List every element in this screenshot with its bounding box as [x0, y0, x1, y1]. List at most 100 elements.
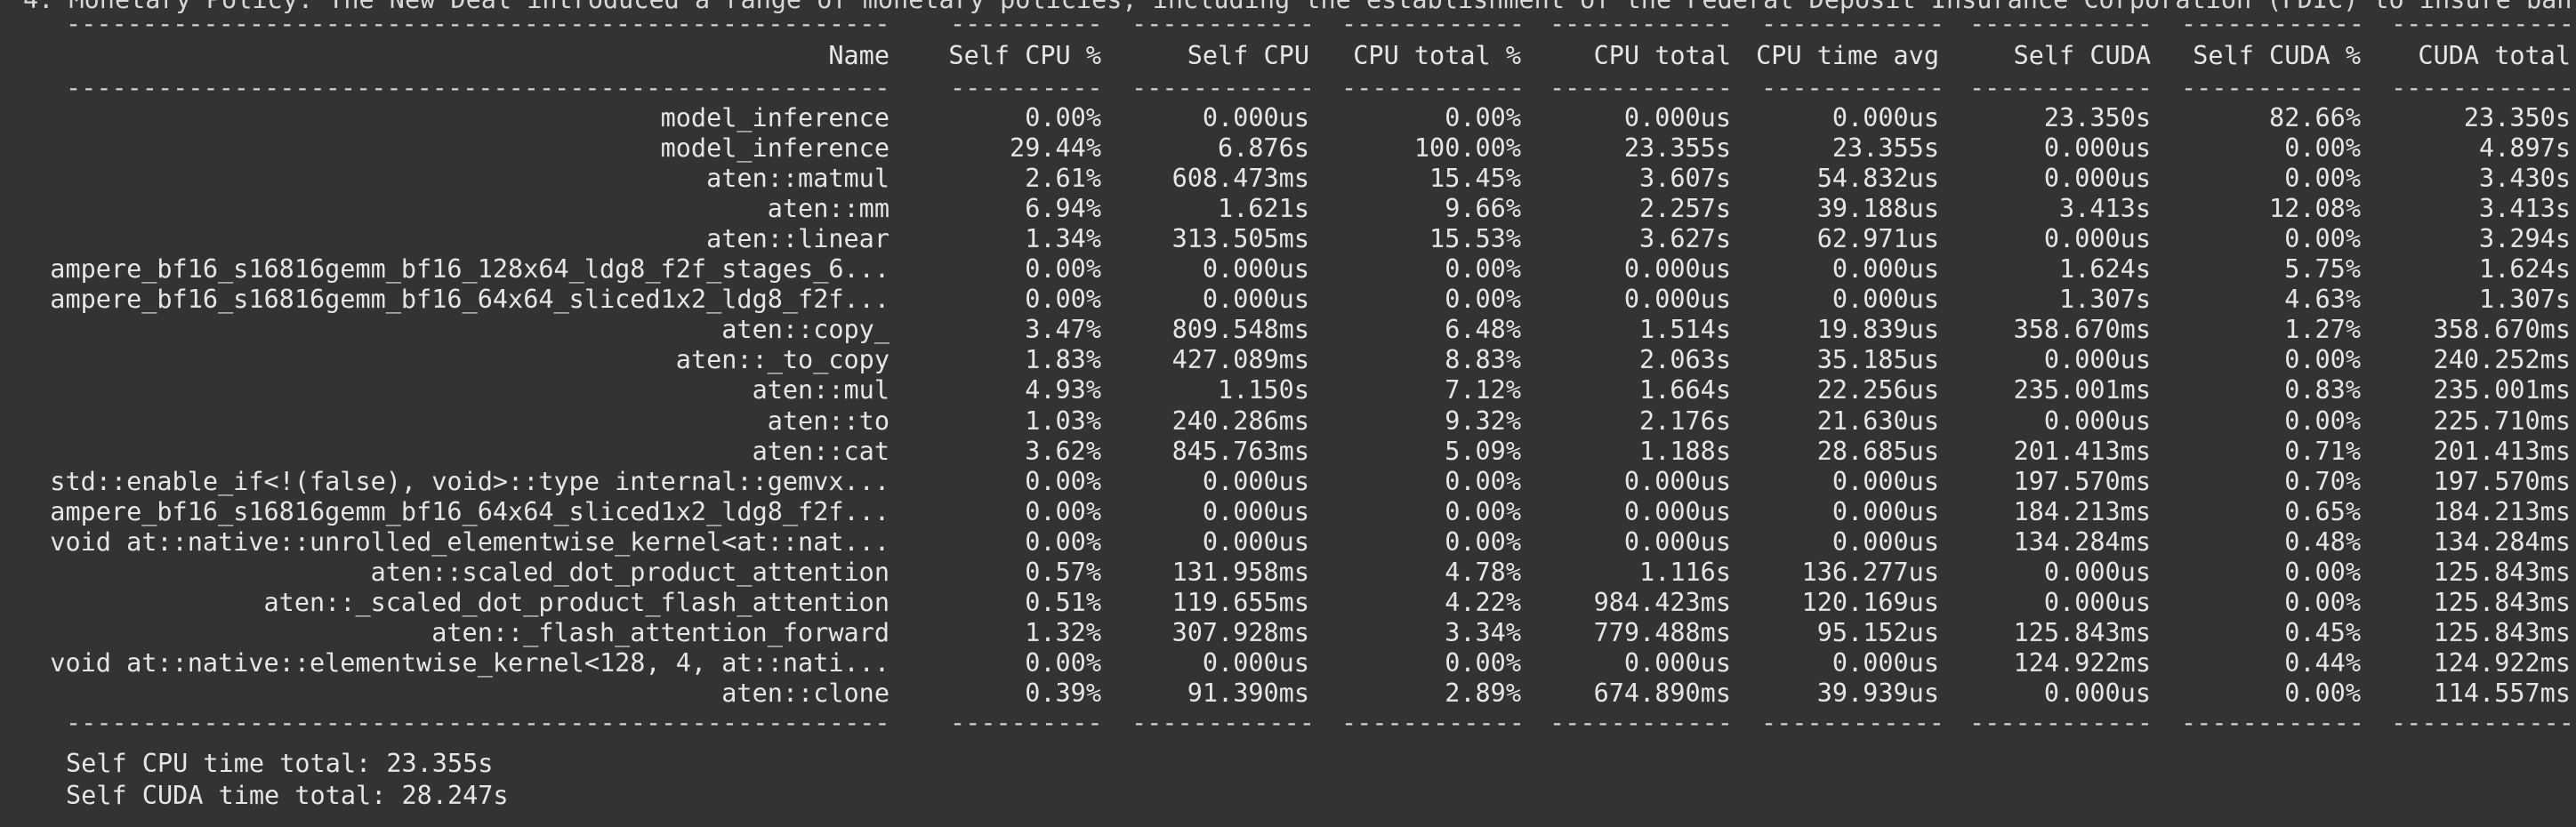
- self-cpu: 0.000us: [1202, 647, 1309, 678]
- cpu-total: 674.890ms: [1593, 678, 1731, 708]
- cpu-time-avg: 62.971us: [1816, 224, 1939, 254]
- table-row: std::enable_if<!(false), void>::type int…: [0, 467, 2576, 497]
- table-row: ampere_bf16_s16816gemm_bf16_128x64_ldg8_…: [0, 254, 2576, 285]
- self-cuda: 358.670ms: [2013, 315, 2151, 345]
- op-name: aten::to: [767, 405, 890, 436]
- table-row: aten::mm 6.94% 1.621s 9.66% 2.257s 39.188us 3.…: [0, 194, 2576, 224]
- self-cpu-percent: 0.00%: [1025, 103, 1101, 132]
- self-cuda: 201.413ms: [2013, 436, 2151, 466]
- self-cuda: 197.570ms: [2013, 466, 2151, 496]
- self-cpu: 6.876s: [1218, 133, 1309, 164]
- cuda-total: 125.843ms: [2433, 587, 2571, 617]
- cuda-total: 1.624s: [2479, 254, 2571, 285]
- cuda-total: 114.557ms: [2433, 678, 2571, 708]
- self-cpu: 131.958ms: [1171, 557, 1309, 587]
- op-name: aten::scaled_dot_product_attention: [370, 557, 890, 587]
- cpu-total-percent: 100.00%: [1413, 133, 1521, 164]
- self-cuda-percent: 5.75%: [2284, 254, 2361, 285]
- cpu-total-percent: 6.48%: [1445, 315, 1521, 345]
- self-cuda-percent: 12.08%: [2269, 194, 2361, 224]
- self-cuda-percent: 0.00%: [2284, 678, 2361, 708]
- op-name: aten::_scaled_dot_product_flash_attentio…: [263, 587, 890, 617]
- cpu-total-percent: 0.00%: [1445, 254, 1521, 285]
- cpu-total-percent: 4.78%: [1445, 557, 1521, 587]
- cpu-time-avg: 0.000us: [1831, 103, 1939, 132]
- self-cpu: 845.763ms: [1171, 436, 1309, 466]
- table-row: aten::scaled_dot_product_attention 0.57% 1…: [0, 558, 2576, 588]
- cuda-total: 23.350s: [2463, 103, 2571, 132]
- cpu-total-percent: 0.00%: [1445, 526, 1521, 557]
- op-name: void at::native::elementwise_kernel<128,…: [50, 647, 890, 678]
- self-cuda-percent: 0.65%: [2284, 496, 2361, 526]
- cuda-total-header: CUDA total: [2418, 41, 2571, 70]
- cpu-time-avg-header: CPU time avg: [1756, 41, 1939, 70]
- self-cpu-percent: 2.61%: [1025, 164, 1101, 194]
- cpu-total-header: CPU total: [1593, 41, 1731, 70]
- cpu-total: 0.000us: [1623, 103, 1731, 132]
- op-name: std::enable_if<!(false), void>::type int…: [50, 466, 890, 496]
- self-cuda: 134.284ms: [2013, 526, 2151, 557]
- self-cpu-percent: 0.51%: [1025, 587, 1101, 617]
- self-cuda-percent-header: Self CUDA %: [2193, 41, 2361, 70]
- cpu-total: 984.423ms: [1593, 587, 1731, 617]
- self-cuda: 0.000us: [2043, 224, 2151, 254]
- self-cuda-percent: 0.44%: [2284, 647, 2361, 678]
- table-row: aten::_flash_attention_forward 1.32% 307.9…: [0, 618, 2576, 648]
- cpu-time-avg: 0.000us: [1831, 647, 1939, 678]
- cpu-total: 0.000us: [1623, 254, 1731, 285]
- self-cuda-percent: 0.71%: [2284, 436, 2361, 466]
- self-cpu-percent: 0.57%: [1025, 557, 1101, 587]
- self-cpu-percent: 1.03%: [1025, 405, 1101, 436]
- cpu-time-avg: 21.630us: [1816, 405, 1939, 436]
- cuda-total: 125.843ms: [2433, 617, 2571, 647]
- cpu-total-percent: 15.45%: [1429, 164, 1521, 194]
- self-cpu-header: Self CPU: [1187, 41, 1309, 70]
- cpu-total-percent: 0.00%: [1445, 496, 1521, 526]
- table-row: aten::clone 0.39% 91.390ms 2.89% 674.890ms 39…: [0, 678, 2576, 709]
- self-cpu-percent: 0.39%: [1025, 678, 1101, 708]
- op-name: ampere_bf16_s16816gemm_bf16_64x64_sliced…: [50, 496, 890, 526]
- cpu-time-avg: 54.832us: [1816, 164, 1939, 194]
- self-cuda: 0.000us: [2043, 345, 2151, 375]
- self-cuda: 0.000us: [2043, 557, 2151, 587]
- self-cpu-percent: 6.94%: [1025, 194, 1101, 224]
- op-name: aten::_flash_attention_forward: [431, 617, 890, 647]
- cpu-time-avg: 0.000us: [1831, 466, 1939, 496]
- self-cuda-header: Self CUDA: [2013, 41, 2151, 70]
- op-name: aten::cat: [752, 436, 890, 466]
- op-name: aten::_to_copy: [675, 345, 890, 375]
- op-name: aten::copy_: [721, 315, 890, 345]
- cuda-total: 3.430s: [2479, 164, 2571, 194]
- cuda-total: 134.284ms: [2433, 526, 2571, 557]
- self-cuda: 0.000us: [2043, 164, 2151, 194]
- cpu-total: 3.627s: [1639, 224, 1731, 254]
- self-cuda: 235.001ms: [2013, 375, 2151, 405]
- cpu-time-avg: 0.000us: [1831, 526, 1939, 557]
- cpu-total-percent: 0.00%: [1445, 285, 1521, 315]
- cuda-total: 197.570ms: [2433, 466, 2571, 496]
- op-name: void at::native::unrolled_elementwise_ke…: [50, 526, 890, 557]
- self-cpu: 0.000us: [1202, 103, 1309, 132]
- self-cpu: 1.150s: [1218, 375, 1309, 405]
- self-cpu-percent: 1.32%: [1025, 617, 1101, 647]
- self-cpu-percent: 0.00%: [1025, 647, 1101, 678]
- op-name: model_inference: [660, 103, 890, 132]
- self-cuda-percent: 0.00%: [2284, 405, 2361, 436]
- name-header: Name: [828, 41, 890, 70]
- self-cuda: 1.624s: [2059, 254, 2151, 285]
- cpu-total-percent: 15.53%: [1429, 224, 1521, 254]
- cpu-time-avg: 120.169us: [1801, 587, 1939, 617]
- self-cuda: 23.350s: [2043, 103, 2151, 132]
- self-cpu: 313.505ms: [1171, 224, 1309, 254]
- table-rule-header: ----------------------------------------…: [66, 73, 2574, 102]
- cpu-time-avg: 28.685us: [1816, 436, 1939, 466]
- self-cuda-percent: 0.00%: [2284, 164, 2361, 194]
- cpu-time-avg: 39.188us: [1816, 194, 1939, 224]
- op-name: ampere_bf16_s16816gemm_bf16_64x64_sliced…: [50, 285, 890, 315]
- table-rule-top: ----------------------------------------…: [66, 9, 2574, 38]
- self-cpu-percent: 29.44%: [1010, 133, 1101, 164]
- cpu-total-percent: 9.32%: [1445, 405, 1521, 436]
- cpu-total: 1.188s: [1639, 436, 1731, 466]
- self-cuda-percent: 4.63%: [2284, 285, 2361, 315]
- cpu-time-avg: 0.000us: [1831, 254, 1939, 285]
